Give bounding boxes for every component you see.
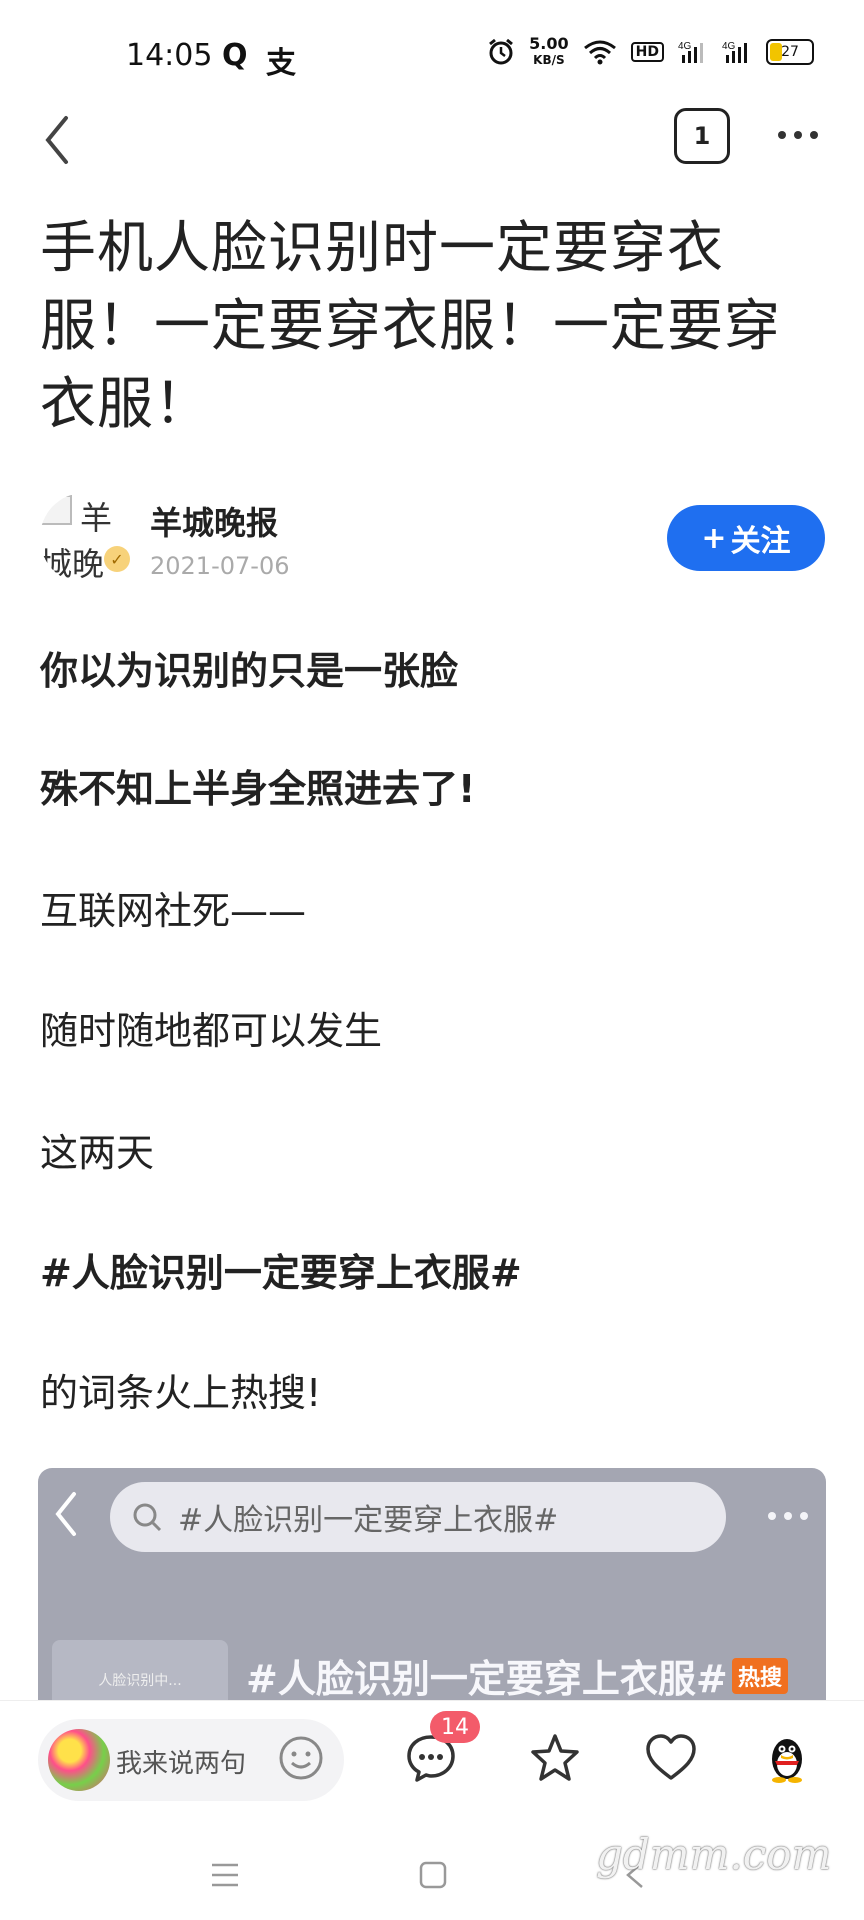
- emoji-icon[interactable]: [278, 1735, 324, 1781]
- back-icon[interactable]: [38, 112, 78, 168]
- heart-icon[interactable]: [644, 1731, 698, 1785]
- avatar-alt-text: 城晚: [40, 545, 105, 583]
- topic-title: #人脸识别一定要穿上衣服#: [246, 1657, 728, 1700]
- wifi-icon: [583, 40, 616, 65]
- status-bar: 14:05 Q 支 5.00 KB/S HD 4G 4G 27: [0, 0, 864, 110]
- paragraph: 这两天: [40, 1131, 155, 1175]
- menu-icon[interactable]: [210, 1860, 240, 1890]
- article-title: 手机人脸识别时一定要穿衣服！一定要穿衣服！一定要穿衣服！: [40, 216, 781, 437]
- plus-icon: +: [701, 520, 727, 556]
- qq-share-icon[interactable]: [760, 1731, 814, 1785]
- user-avatar: [48, 1729, 110, 1791]
- q-app-icon: Q: [222, 38, 248, 73]
- paragraph: 殊不知上半身全照进去了!: [40, 767, 476, 811]
- broken-image-icon: [40, 495, 72, 525]
- bottom-action-bar: 我来说两句 14: [0, 1700, 864, 1821]
- tab-count-button[interactable]: 1: [674, 108, 730, 164]
- star-icon[interactable]: [528, 1731, 582, 1785]
- search-text: #人脸识别一定要穿上衣服#: [178, 1503, 559, 1538]
- home-icon[interactable]: [418, 1860, 448, 1890]
- hot-tag: 热搜: [732, 1658, 789, 1694]
- battery-icon: 27: [766, 39, 814, 65]
- status-right: 5.00 KB/S HD 4G 4G 27: [487, 36, 814, 68]
- more-icon[interactable]: [778, 120, 824, 150]
- paragraph: #人脸识别一定要穿上衣服#: [40, 1251, 522, 1295]
- article-image[interactable]: #人脸识别一定要穿上衣服# 人脸识别中... #人脸识别一定要穿上衣服# 热搜: [38, 1468, 826, 1700]
- back-icon: [55, 1492, 76, 1536]
- status-time: 14:05: [126, 38, 213, 73]
- comment-placeholder: 我来说两句: [116, 1749, 247, 1779]
- more-icon: [768, 1512, 808, 1520]
- paragraph: 互联网社死——: [40, 889, 307, 933]
- signal-4g-icon: 4G: [722, 41, 747, 63]
- svg-text:4G: 4G: [722, 41, 736, 52]
- thumbnail: 人脸识别中...: [52, 1640, 228, 1700]
- search-icon: [133, 1503, 162, 1532]
- watermark: gdmm.com: [596, 1830, 832, 1879]
- paragraph: 你以为识别的只是一张脸: [40, 649, 459, 693]
- alipay-icon: 支: [266, 46, 296, 81]
- alarm-icon: [489, 38, 514, 65]
- network-speed: 5.00 KB/S: [529, 34, 569, 68]
- author-name[interactable]: 羊城晚报: [150, 498, 278, 544]
- svg-text:4G: 4G: [678, 41, 692, 52]
- verified-icon: ✓: [104, 546, 130, 572]
- comment-input[interactable]: 我来说两句: [38, 1719, 344, 1801]
- follow-button[interactable]: + 关注: [667, 505, 825, 571]
- paragraph: 随时随地都可以发生: [40, 1009, 383, 1053]
- search-bar: #人脸识别一定要穿上衣服#: [110, 1482, 726, 1552]
- publish-date: 2021-07-06: [150, 552, 290, 580]
- comment-count-badge: 14: [430, 1711, 480, 1743]
- avatar-alt-text: 羊: [80, 499, 113, 537]
- paragraph: 的词条火上热搜!: [40, 1371, 322, 1415]
- signal-4g-icon: 4G: [678, 41, 703, 63]
- hd-icon: HD: [630, 42, 664, 62]
